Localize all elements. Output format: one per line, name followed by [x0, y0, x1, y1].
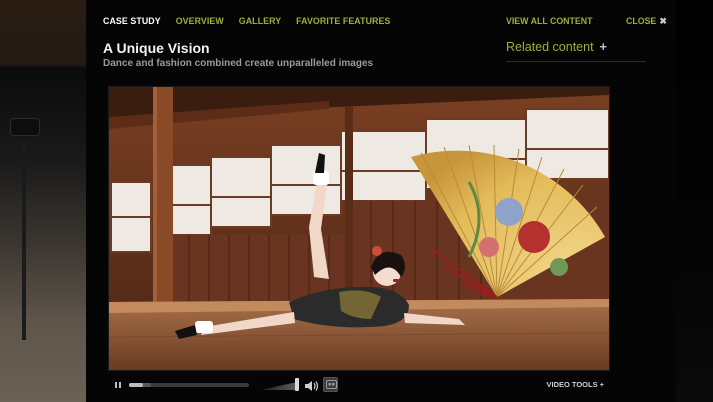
background-page-left: [0, 0, 86, 402]
captions-icon[interactable]: [323, 377, 338, 392]
volume-knob[interactable]: [295, 378, 299, 391]
close-label: CLOSE: [626, 16, 657, 26]
related-content-toggle[interactable]: Related content +: [506, 40, 646, 62]
video-controls: VIDEO TOOLS +: [109, 374, 609, 396]
progress-fill: [129, 383, 144, 387]
tab-favorite-features[interactable]: FAVORITE FEATURES: [296, 16, 390, 26]
background-page-right: [676, 0, 713, 402]
plus-icon: +: [599, 380, 604, 389]
tab-case-study[interactable]: CASE STUDY: [103, 16, 161, 26]
video-player[interactable]: [108, 86, 610, 371]
tab-overview[interactable]: OVERVIEW: [176, 16, 224, 26]
close-icon: ✖: [659, 16, 667, 26]
view-all-content-link[interactable]: VIEW ALL CONTENT: [506, 16, 593, 26]
pause-icon[interactable]: [115, 382, 122, 388]
close-button[interactable]: CLOSE ✖: [626, 16, 667, 27]
speaker-icon[interactable]: [305, 379, 321, 391]
video-tools-button[interactable]: VIDEO TOOLS +: [546, 380, 604, 389]
background-tripod: [22, 140, 26, 340]
plus-icon: +: [599, 40, 607, 54]
video-tools-label: VIDEO TOOLS: [546, 380, 598, 389]
background-camera: [10, 118, 40, 136]
volume-slider[interactable]: [261, 378, 299, 391]
related-content-label: Related content: [506, 40, 594, 54]
progress-bar[interactable]: [129, 383, 249, 387]
tab-gallery[interactable]: GALLERY: [239, 16, 281, 26]
page-subtitle: Dance and fashion combined create unpara…: [103, 58, 374, 69]
video-poster-image: [109, 87, 609, 370]
volume-level: [261, 382, 297, 390]
case-study-nav: CASE STUDY OVERVIEW GALLERY FAVORITE FEA…: [103, 16, 390, 26]
page-title: A Unique Vision: [103, 40, 210, 56]
